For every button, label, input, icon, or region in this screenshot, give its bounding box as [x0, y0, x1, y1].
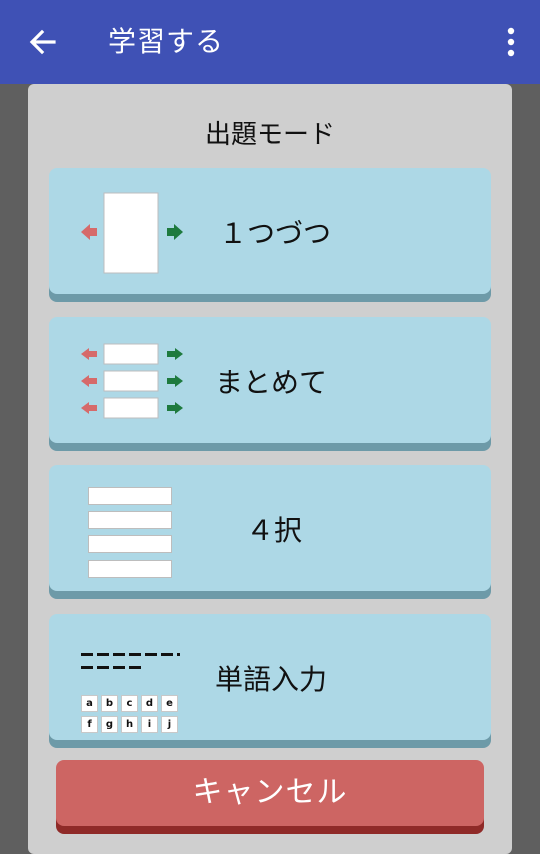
- cancel-button[interactable]: キャンセル: [56, 760, 484, 826]
- choice-box: [88, 487, 172, 505]
- key-i: i: [141, 716, 158, 733]
- key-d: d: [141, 695, 158, 712]
- mode-batch-button[interactable]: まとめて: [49, 317, 491, 443]
- mode-word-input-button[interactable]: a b c d e f g h i j 単語入力: [49, 614, 491, 740]
- mode-label: まとめて: [215, 366, 328, 399]
- more-options-button[interactable]: [502, 26, 520, 60]
- mode-four-choice-button[interactable]: ４択: [49, 465, 491, 591]
- key-g: g: [101, 716, 118, 733]
- key-a: a: [81, 695, 98, 712]
- mode-one-by-one-button[interactable]: １つづつ: [49, 168, 491, 294]
- key-e: e: [161, 695, 178, 712]
- dialog-title: 出題モード: [204, 120, 335, 150]
- key-b: b: [101, 695, 118, 712]
- mode-label: 単語入力: [215, 663, 328, 696]
- more-vertical-icon: [507, 27, 515, 57]
- page-title: 学習する: [108, 25, 225, 58]
- back-button[interactable]: [22, 20, 66, 64]
- mode-dialog: 出題モード １つづつ まとめて ４択 a b c d e f g h i j 単…: [28, 84, 512, 854]
- four-choices-icon: [88, 487, 174, 581]
- mode-label: ４択: [246, 514, 303, 547]
- choice-box: [88, 535, 172, 553]
- key-c: c: [121, 695, 138, 712]
- single-card-icon: [77, 190, 187, 276]
- choice-box: [88, 511, 172, 529]
- stacked-cards-icon: [77, 341, 187, 421]
- key-h: h: [121, 716, 138, 733]
- key-f: f: [81, 716, 98, 733]
- key-j: j: [161, 716, 178, 733]
- app-bar: 学習する: [0, 0, 540, 84]
- word-input-icon: a b c d e f g h i j: [79, 646, 189, 734]
- mode-label: １つづつ: [219, 217, 332, 250]
- choice-box: [88, 560, 172, 578]
- arrow-left-icon: [29, 29, 56, 55]
